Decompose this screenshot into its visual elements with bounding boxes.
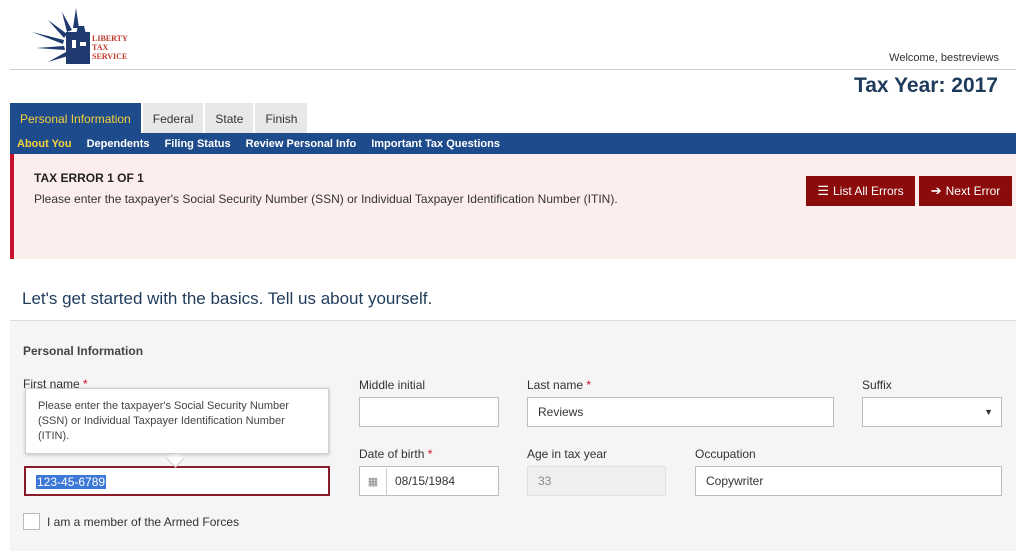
armed-forces-checkbox[interactable] [23,513,40,530]
header-divider [10,69,1016,70]
calendar-icon[interactable]: ▦ [360,468,387,496]
liberty-tax-logo[interactable]: LIBERTY TAX SERVICE [26,4,136,70]
intro-heading: Let's get started with the basics. Tell … [22,289,433,308]
dob-label: Date of birth * [359,447,433,461]
tax-year-title: Tax Year: 2017 [853,74,998,97]
tax-error-panel: TAX ERROR 1 OF 1 Please enter the taxpay… [10,154,1016,259]
suffix-select[interactable]: ▼ [862,397,1002,427]
list-all-errors-label: List All Errors [832,184,904,198]
last-name-label: Last name * [527,378,592,392]
occupation-label: Occupation [695,447,756,461]
tab-personal-information[interactable]: Personal Information [10,103,141,133]
suffix-label: Suffix [862,378,892,392]
age-input: 33 [527,466,666,496]
main-tabs: Personal Information Federal State Finis… [10,103,309,133]
error-title: TAX ERROR 1 OF 1 [34,171,144,185]
sub-navigation: About You Dependents Filing Status Revie… [10,133,1016,154]
occupation-input[interactable]: Copywriter [695,466,1002,496]
next-error-button[interactable]: ➔ Next Error [919,176,1012,206]
armed-forces-label[interactable]: I am a member of the Armed Forces [47,515,239,529]
error-message: Please enter the taxpayer's Social Secur… [34,192,618,206]
logo-text: LIBERTY TAX SERVICE [92,34,128,61]
list-all-errors-button[interactable]: ☰ List All Errors [806,176,915,206]
subnav-important-tax-questions[interactable]: Important Tax Questions [371,138,500,150]
dob-input[interactable]: ▦ 08/15/1984 [359,466,499,496]
statue-of-liberty-icon [32,8,90,64]
ssn-value: 123-45-6789 [36,475,107,489]
tab-finish[interactable]: Finish [255,103,308,133]
subnav-review-personal-info[interactable]: Review Personal Info [246,138,357,150]
middle-initial-input[interactable] [359,397,499,427]
list-icon: ☰ [817,183,829,198]
next-error-label: Next Error [945,184,1001,198]
ssn-itin-input[interactable]: 123-45-6789 [24,466,330,496]
section-title: Personal Information [23,344,144,358]
chevron-down-icon: ▼ [984,407,993,417]
subnav-about-you[interactable]: About You [17,138,72,150]
ssn-tooltip: Please enter the taxpayer's Social Secur… [25,388,329,454]
middle-initial-label: Middle initial [359,378,426,392]
tab-state[interactable]: State [205,103,254,133]
subnav-dependents[interactable]: Dependents [87,138,150,150]
age-label: Age in tax year [527,447,608,461]
tab-federal[interactable]: Federal [142,103,204,133]
welcome-text: Welcome, bestreviews [889,52,999,64]
last-name-input[interactable]: Reviews [527,397,834,427]
subnav-filing-status[interactable]: Filing Status [165,138,231,150]
arrow-right-icon: ➔ [930,183,942,198]
